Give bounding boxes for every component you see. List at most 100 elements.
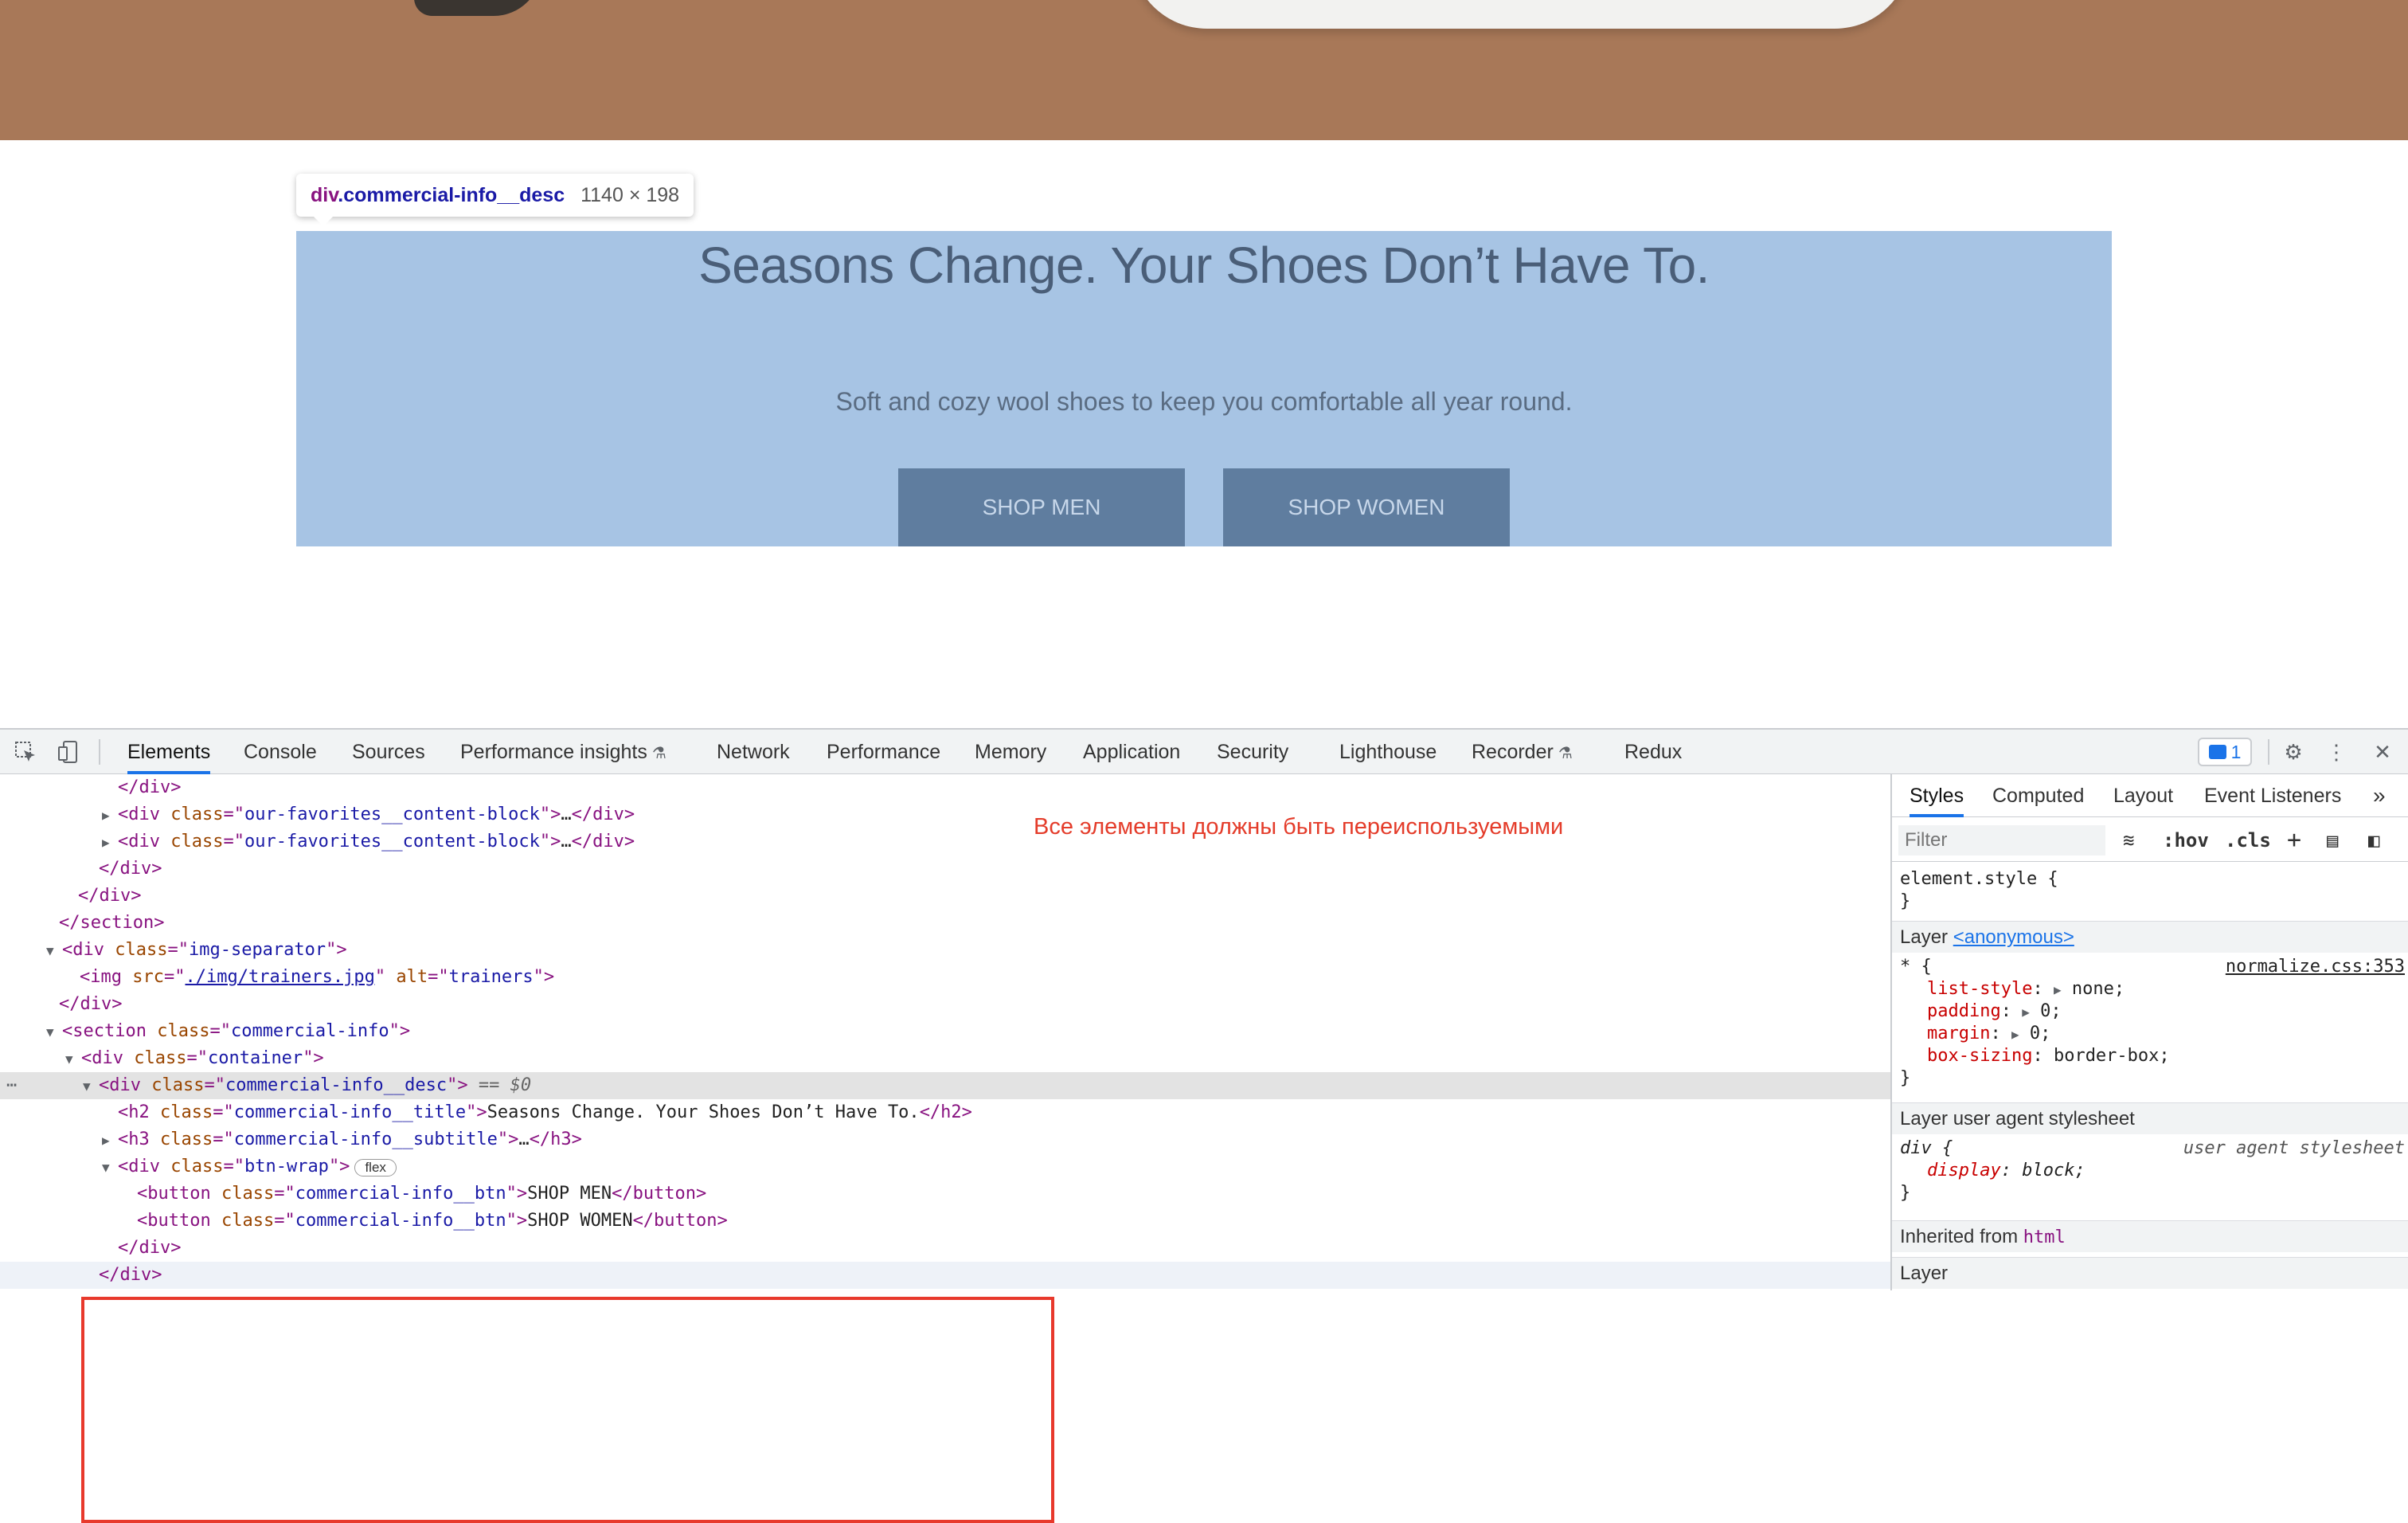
- shoe-shadow-shape: [414, 0, 541, 16]
- dom-node-selected[interactable]: ⋯ ▼ <div class="commercial-info__desc"> ==…: [0, 1072, 1890, 1099]
- element-style-rule: element.style { }: [1892, 868, 2408, 913]
- dom-node[interactable]: ▼ <div class="container">: [0, 1045, 1890, 1072]
- tab-sources[interactable]: Sources: [352, 730, 425, 774]
- dom-node[interactable]: </div>: [0, 991, 1890, 1018]
- collapse-triangle-icon[interactable]: ▼: [102, 1154, 118, 1181]
- dom-node[interactable]: ▼ <section class="commercial-info">: [0, 1018, 1890, 1045]
- toolbar-divider: [99, 739, 100, 765]
- dom-node[interactable]: ▼ <div class="img-separator">: [0, 937, 1890, 964]
- tab-layout[interactable]: Layout: [2113, 774, 2173, 817]
- annotation-highlight-box: [81, 1297, 1054, 1523]
- collapse-triangle-icon[interactable]: ▼: [46, 1019, 62, 1046]
- expand-triangle-icon[interactable]: ▶: [102, 829, 118, 856]
- tab-console[interactable]: Console: [244, 730, 317, 774]
- devtools-panel: Elements Console Sources Performance ins…: [0, 728, 2408, 1523]
- universal-rule: * {normalize.css:353 list-style: ▶ none;…: [1892, 956, 2408, 1090]
- layer-anonymous-link[interactable]: <anonymous>: [1953, 926, 2074, 948]
- layer-header: Layer: [1892, 1257, 2408, 1289]
- dots-icon[interactable]: ⋯: [6, 1072, 17, 1099]
- css-property[interactable]: margin: ▶ 0;: [1892, 1023, 2408, 1045]
- tooltip-size: 1140 × 198: [580, 183, 680, 206]
- dom-node[interactable]: ▶ <div class="our-favorites__content-bloc…: [0, 828, 1890, 855]
- collapse-triangle-icon[interactable]: ▼: [46, 938, 62, 965]
- tab-computed[interactable]: Computed: [1992, 774, 2084, 817]
- elements-panel: </div> ▶ <div class="our-favorites__conte…: [0, 774, 1890, 1290]
- more-options-icon[interactable]: ⋮: [2324, 739, 2349, 765]
- dom-node[interactable]: </section>: [0, 910, 1890, 937]
- tooltip-selector: div.commercial-info__desc: [311, 183, 565, 206]
- rule-header: * {normalize.css:353: [1900, 956, 2405, 978]
- dom-node[interactable]: </div>: [0, 883, 1890, 910]
- css-property[interactable]: padding: ▶ 0;: [1892, 1000, 2408, 1023]
- dom-node[interactable]: </div>: [0, 855, 1890, 883]
- dom-node[interactable]: <img src="./img/trainers.jpg" alt="train…: [0, 964, 1890, 991]
- tab-memory[interactable]: Memory: [975, 730, 1046, 774]
- dom-node[interactable]: ▶ <h3 class="commercial-info__subtitle">……: [0, 1126, 1890, 1153]
- styles-tabbar: Styles Computed Layout Event Listeners »: [1892, 774, 2408, 817]
- hov-toggle[interactable]: :hov: [2163, 825, 2209, 855]
- sidebar-toggle-icon[interactable]: ◧: [2368, 825, 2379, 855]
- collapse-triangle-icon[interactable]: ▼: [83, 1073, 99, 1100]
- layer-ua-header: Layer user agent stylesheet: [1892, 1102, 2408, 1134]
- css-property[interactable]: display: block;: [1892, 1160, 2408, 1182]
- dom-node[interactable]: ▼ <div class="btn-wrap"> flex: [0, 1153, 1890, 1180]
- div-ua-rule: div {user agent stylesheet display: bloc…: [1892, 1137, 2408, 1204]
- tab-application[interactable]: Application: [1083, 730, 1180, 774]
- gear-icon[interactable]: ⚙: [2281, 739, 2306, 765]
- tab-recorder[interactable]: Recorder ⚗: [1472, 730, 1573, 774]
- commercial-info-subtitle: Soft and cozy wool shoes to keep you com…: [835, 387, 1573, 416]
- toggle-renderings-icon[interactable]: ≋: [2123, 825, 2134, 855]
- dom-node[interactable]: ▼<div class="catalogue">: [0, 1286, 1890, 1290]
- rule-close-brace: }: [1900, 1068, 1911, 1088]
- rule-close-brace: }: [1900, 891, 1911, 911]
- css-property[interactable]: list-style: ▶ none;: [1892, 978, 2408, 1000]
- css-property[interactable]: box-sizing: border-box;: [1892, 1045, 2408, 1067]
- experimental-flask-icon: ⚗: [651, 745, 666, 762]
- rule-header: div {user agent stylesheet: [1900, 1138, 2405, 1158]
- shoe-sole-shape: [1131, 0, 1911, 29]
- styles-panel: Styles Computed Layout Event Listeners »…: [1890, 774, 2408, 1290]
- expand-triangle-icon[interactable]: ▶: [102, 1127, 118, 1154]
- tab-network[interactable]: Network: [717, 730, 790, 774]
- expand-triangle-icon[interactable]: ▶: [102, 802, 118, 829]
- dom-node[interactable]: </div>: [0, 774, 1890, 801]
- normalize-css-link[interactable]: normalize.css:353: [2226, 956, 2405, 978]
- annotation-text: Все элементы должны быть переиспользуемы…: [1034, 814, 1564, 840]
- cls-toggle[interactable]: .cls: [2225, 825, 2271, 855]
- tab-elements[interactable]: Elements: [127, 730, 211, 774]
- shop-women-button[interactable]: SHOP WOMEN: [1223, 468, 1510, 546]
- layer-anonymous-header: Layer <anonymous>: [1892, 921, 2408, 953]
- tab-lighthouse[interactable]: Lighthouse: [1339, 730, 1437, 774]
- dom-node[interactable]: </div>: [0, 1235, 1890, 1262]
- inspect-tooltip: div.commercial-info__desc 1140 × 198: [296, 174, 694, 226]
- inspect-element-icon[interactable]: [13, 739, 38, 765]
- dom-node[interactable]: <h2 class="commercial-info__title">Seaso…: [0, 1099, 1890, 1126]
- element-style-selector[interactable]: element.style {: [1892, 868, 2408, 891]
- flex-badge[interactable]: flex: [354, 1159, 397, 1177]
- rule-close-brace: }: [1900, 1183, 1911, 1203]
- collapse-triangle-icon[interactable]: ▼: [65, 1046, 81, 1073]
- tab-event-listeners[interactable]: Event Listeners: [2204, 774, 2341, 817]
- styles-filter-input[interactable]: [1898, 825, 2105, 855]
- commercial-info-title: Seasons Change. Your Shoes Don’t Have To…: [698, 237, 1710, 294]
- dom-node[interactable]: ▶ <div class="our-favorites__content-bloc…: [0, 801, 1890, 828]
- close-icon[interactable]: ✕: [2370, 739, 2395, 765]
- tab-redux[interactable]: Redux: [1624, 730, 1682, 774]
- dom-node[interactable]: <button class="commercial-info__btn">SHO…: [0, 1180, 1890, 1208]
- img-separator-trainers: [0, 0, 2408, 140]
- dom-node[interactable]: <button class="commercial-info__btn">SHO…: [0, 1208, 1890, 1235]
- more-tabs-chevron-icon[interactable]: »: [2373, 774, 2386, 817]
- tab-styles[interactable]: Styles: [1910, 774, 1964, 817]
- shop-men-button[interactable]: SHOP MEN: [898, 468, 1185, 546]
- issues-badge[interactable]: 1: [2198, 738, 2252, 766]
- toolbar-divider: [2268, 739, 2269, 765]
- new-rule-icon[interactable]: +: [2287, 825, 2301, 855]
- tab-performance-insights[interactable]: Performance insights ⚗: [460, 730, 666, 774]
- styles-filter-bar: ≋ :hov .cls + ▤ ◧: [1892, 817, 2408, 862]
- tab-performance[interactable]: Performance: [827, 730, 940, 774]
- tab-security[interactable]: Security: [1217, 730, 1288, 774]
- device-toolbar-icon[interactable]: [56, 739, 81, 765]
- paint-brush-icon[interactable]: ▤: [2327, 825, 2338, 855]
- dom-node[interactable]: </div>: [0, 1262, 1890, 1289]
- experimental-flask-icon: ⚗: [1558, 745, 1573, 762]
